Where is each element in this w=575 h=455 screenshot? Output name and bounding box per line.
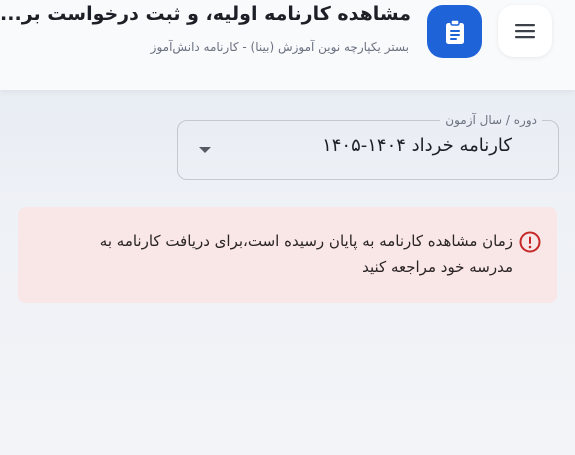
alert-message: زمان مشاهده کارنامه به پایان رسیده است،ب… — [99, 232, 513, 276]
period-select-label: دوره / سال آزمون — [440, 111, 542, 129]
period-select-value: کارنامه خرداد ۱۴۰۴-۱۴۰۵ — [322, 135, 512, 156]
error-alert: زمان مشاهده کارنامه به پایان رسیده است،ب… — [18, 207, 557, 303]
clipboard-icon — [445, 18, 464, 44]
caret-down-icon[interactable] — [199, 147, 211, 153]
page-subtitle: بستر یکپارچه نوین آموزش (بینا) - کارنامه… — [150, 40, 409, 54]
page-title: مشاهده کارنامه اولیه، و ثبت درخواست بر..… — [0, 3, 411, 25]
menu-button[interactable] — [498, 5, 552, 57]
app-logo — [427, 5, 482, 58]
app-header: مشاهده کارنامه اولیه، و ثبت درخواست بر..… — [0, 0, 575, 90]
hamburger-menu-icon — [515, 24, 535, 39]
period-select[interactable]: دوره / سال آزمون کارنامه خرداد ۱۴۰۴-۱۴۰۵ — [177, 111, 559, 180]
error-circle-icon — [519, 231, 541, 253]
